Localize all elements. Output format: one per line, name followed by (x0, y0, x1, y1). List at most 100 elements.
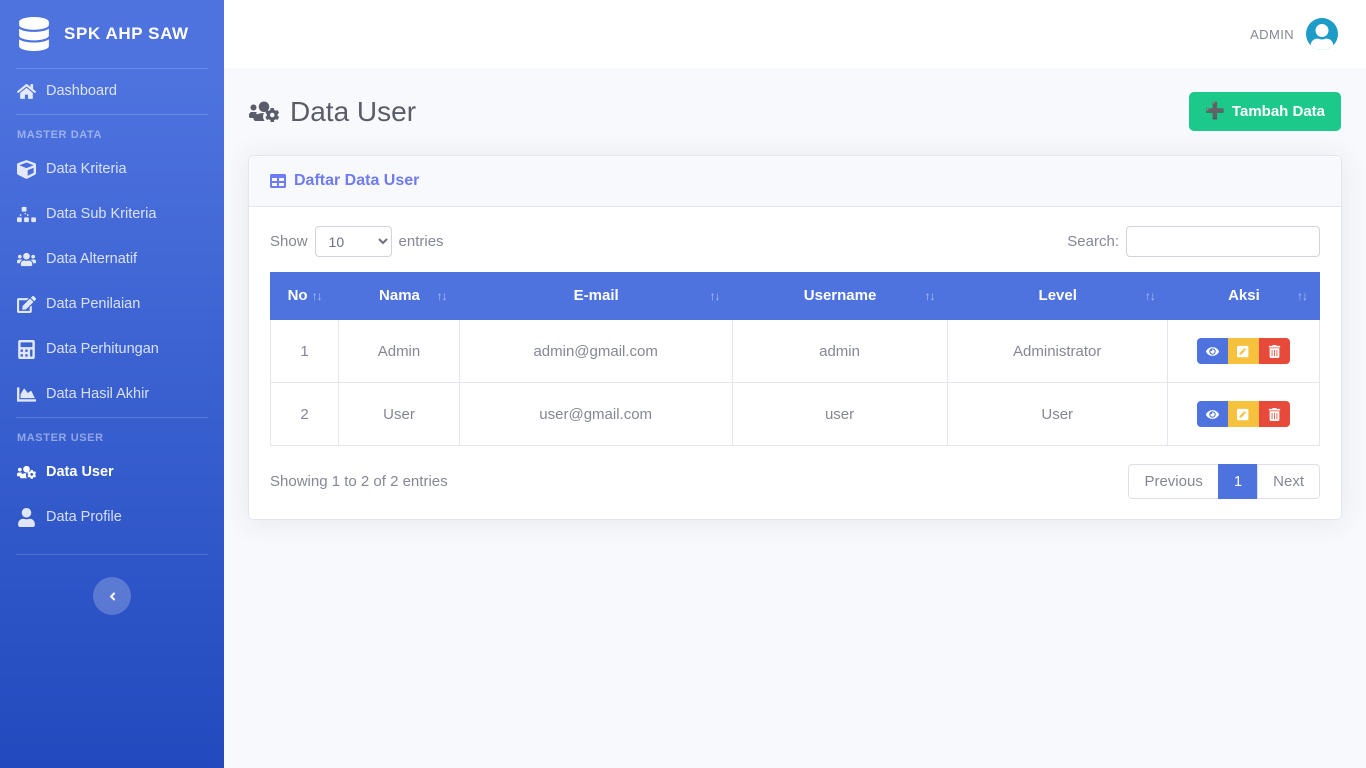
column-label: Username (803, 287, 877, 304)
users-cog-icon (17, 465, 36, 479)
search-input[interactable] (1126, 226, 1320, 257)
column-label: No (287, 287, 308, 304)
topbar-username: ADMIN (1250, 26, 1294, 42)
card-header: Daftar Data User (249, 156, 1341, 207)
column-header-aksi[interactable]: Aksi ↑↓ (1166, 272, 1321, 320)
calculator-icon (18, 340, 35, 359)
topbar: ADMIN (224, 0, 1366, 68)
tambah-data-button[interactable]: ➕ Tambah Data (1189, 92, 1341, 131)
eye-icon (1205, 345, 1219, 358)
edit-button[interactable] (1227, 401, 1259, 427)
column-header-level[interactable]: Level ↑↓ (946, 272, 1168, 320)
avatar[interactable] (1306, 18, 1338, 50)
datatable-info: Showing 1 to 2 of 2 entries (270, 473, 448, 490)
column-label: Aksi (1228, 287, 1260, 304)
sidebar-item-data-user[interactable]: Data User (0, 450, 224, 495)
sidebar-item-data-hasil-akhir[interactable]: Data Hasil Akhir (0, 372, 224, 417)
view-button[interactable] (1196, 338, 1228, 364)
card-body: Show 102550100 entries Search: (249, 207, 1341, 519)
table-row: 1 Admin admin@gmail.com admin Administrator (269, 318, 1321, 383)
delete-button[interactable] (1258, 401, 1290, 427)
column-label: Level (1038, 287, 1077, 304)
data-user-card: Daftar Data User Show 102550100 entries … (248, 155, 1342, 520)
cell-no: 1 (269, 318, 340, 383)
sidebar-item-data-sub-kriteria[interactable]: Data Sub Kriteria (0, 192, 224, 237)
entries-select[interactable]: 102550100 (314, 226, 392, 257)
sidebar-item-label: Data Sub Kriteria (46, 206, 157, 223)
search-control: Search: (1067, 226, 1320, 257)
main-area: ADMIN Data User ➕ Tambah Data Daftar Dat… (224, 0, 1366, 768)
cell-username: user (731, 382, 948, 446)
cell-email: admin@gmail.com (458, 318, 733, 383)
cell-email: user@gmail.com (458, 382, 733, 446)
column-label: Nama (379, 287, 420, 304)
user-icon (18, 508, 35, 527)
trash-icon (1268, 407, 1281, 421)
cube-icon (17, 160, 36, 179)
view-button[interactable] (1196, 401, 1228, 427)
sort-icon: ↑↓ (1297, 288, 1308, 303)
sidebar-item-data-kriteria[interactable]: Data Kriteria (0, 147, 224, 192)
entries-label: entries (398, 233, 444, 250)
table-head: No ↑↓ Nama ↑↓ E-mail ↑↓ Username ↑↓ Leve… (269, 272, 1321, 320)
show-label: Show (270, 233, 308, 250)
page-header: Data User ➕ Tambah Data (248, 92, 1342, 131)
cell-aksi (1166, 318, 1321, 383)
cell-nama: User (338, 382, 460, 446)
delete-button[interactable] (1258, 338, 1290, 364)
sitemap-icon (17, 206, 36, 223)
home-icon (17, 84, 36, 99)
sidebar-item-data-perhitungan[interactable]: Data Perhitungan (0, 327, 224, 372)
column-label: E-mail (573, 287, 619, 304)
edit-button[interactable] (1227, 338, 1259, 364)
pagination-next[interactable]: Next (1257, 464, 1320, 499)
sidebar-item-label: Data Penilaian (46, 296, 141, 313)
pagination: Previous 1 Next (1128, 464, 1320, 499)
action-button-group (1196, 338, 1290, 364)
table-body: 1 Admin admin@gmail.com admin Administrator 2… (269, 318, 1321, 446)
sort-icon: ↑↓ (436, 288, 448, 303)
edit-icon (17, 296, 36, 313)
database-icon (19, 17, 49, 51)
action-button-group (1196, 401, 1290, 427)
card-header-title: Daftar Data User (294, 172, 420, 189)
content-area: Data User ➕ Tambah Data Daftar Data User… (224, 68, 1366, 520)
sort-icon: ↑↓ (1144, 288, 1156, 303)
sidebar-toggle-wrapper (0, 555, 224, 615)
chart-area-icon (17, 387, 36, 402)
users-icon (17, 252, 36, 267)
plus-icon: ➕ (1205, 102, 1225, 120)
column-header-nama[interactable]: Nama ↑↓ (338, 272, 460, 320)
eye-icon (1205, 408, 1219, 421)
sidebar-item-label: Data User (46, 464, 114, 481)
sort-icon: ↑↓ (311, 288, 323, 303)
sort-icon: ↑↓ (924, 288, 936, 303)
pagination-previous[interactable]: Previous (1128, 464, 1219, 499)
table-header-row: No ↑↓ Nama ↑↓ E-mail ↑↓ Username ↑↓ Leve… (269, 272, 1321, 320)
column-header-username[interactable]: Username ↑↓ (731, 272, 948, 320)
chevron-left-icon (109, 591, 115, 601)
sidebar-toggle-button[interactable] (93, 577, 131, 615)
cell-username: admin (731, 318, 948, 383)
sidebar-item-data-alternatif[interactable]: Data Alternatif (0, 237, 224, 282)
datatable-controls: Show 102550100 entries Search: (270, 226, 1320, 257)
sidebar-item-data-penilaian[interactable]: Data Penilaian (0, 282, 224, 327)
user-avatar-icon (1310, 24, 1334, 50)
sidebar-item-dashboard[interactable]: Dashboard (0, 69, 224, 114)
sidebar-item-data-profile[interactable]: Data Profile (0, 495, 224, 540)
column-header-no[interactable]: No ↑↓ (269, 272, 340, 320)
pencil-square-icon (1236, 345, 1250, 358)
sidebar-item-label: Dashboard (46, 83, 117, 100)
cell-level: Administrator (946, 318, 1168, 383)
brand-logo[interactable]: SPK AHP SAW (0, 0, 224, 68)
table-row: 2 User user@gmail.com user User (269, 382, 1321, 446)
pagination-page-1[interactable]: 1 (1217, 464, 1259, 499)
column-header-email[interactable]: E-mail ↑↓ (458, 272, 733, 320)
pencil-square-icon (1236, 408, 1250, 421)
sidebar-item-label: Data Kriteria (46, 161, 127, 178)
entries-length-control: Show 102550100 entries (270, 226, 444, 257)
sidebar-item-label: Data Profile (46, 509, 122, 526)
datatable-footer: Showing 1 to 2 of 2 entries Previous 1 N… (270, 464, 1320, 499)
page-title-text: Data User (290, 95, 417, 127)
cell-nama: Admin (338, 318, 460, 383)
